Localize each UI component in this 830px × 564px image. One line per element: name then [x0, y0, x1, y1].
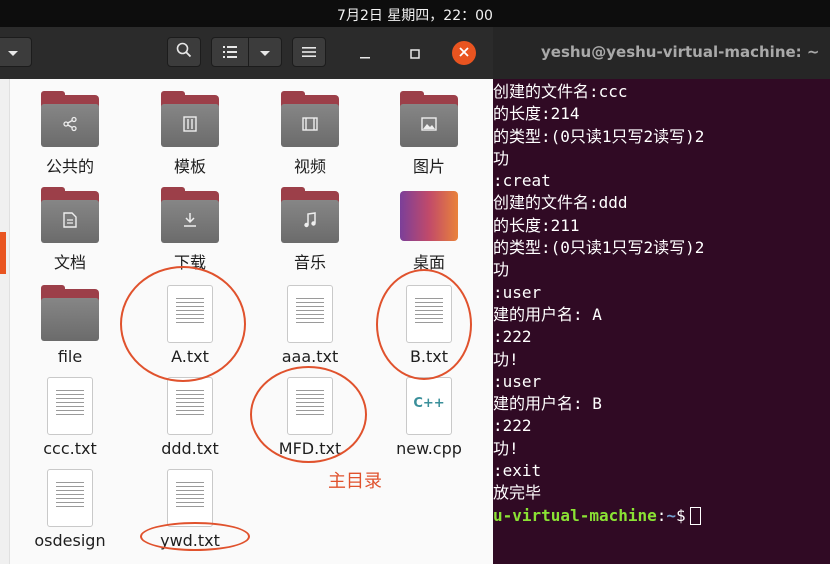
list-view-icon: [223, 43, 237, 62]
terminal-headerbar: yeshu@yeshu-virtual-machine: ~: [493, 27, 830, 79]
terminal-line: 功!: [493, 438, 519, 458]
maximize-button[interactable]: [403, 41, 427, 65]
item-label: ccc.txt: [43, 439, 97, 458]
terminal-prompt[interactable]: u-virtual-machine:~$: [493, 505, 830, 527]
download-icon: [180, 210, 200, 230]
terminal-line: 功: [493, 260, 510, 280]
terminal-line: :creat: [493, 171, 551, 191]
item-label: 图片: [412, 157, 445, 176]
hamburger-icon: [302, 43, 316, 62]
item-label: file: [57, 347, 83, 366]
prompt-path: ~: [666, 505, 677, 525]
chevron-down-icon: [259, 43, 271, 62]
list-view-button[interactable]: [211, 37, 249, 67]
terminal-line: :222: [493, 327, 532, 347]
music-icon: [300, 210, 320, 230]
terminal-line: 放完毕: [493, 483, 542, 503]
terminal-line: :222: [493, 416, 532, 436]
terminal-line: 的类型:(0只读1只写2读写)2: [493, 238, 705, 258]
text-file-icon: [41, 377, 99, 435]
item-label: 公共的: [45, 157, 94, 176]
document-icon: [60, 210, 80, 230]
terminal-line: 建的用户名: B: [493, 394, 602, 414]
terminal-window[interactable]: yeshu@yeshu-virtual-machine: ~ 创建的文件名:cc…: [493, 27, 830, 564]
terminal-line: 建的用户名: A: [493, 304, 602, 324]
search-button[interactable]: [167, 37, 201, 67]
terminal-line: 功!: [493, 349, 519, 369]
item-label: 视频: [293, 157, 326, 176]
sidebar: [0, 79, 10, 564]
video-icon: [300, 114, 320, 134]
folder-icon: [161, 91, 219, 149]
chevron-down-icon: [7, 43, 19, 62]
folder-icon: [41, 285, 99, 343]
folder-icon: [41, 187, 99, 245]
minimize-button[interactable]: [353, 41, 377, 65]
text-file-icon: [281, 285, 339, 343]
terminal-line: 创建的文件名:ccc: [493, 82, 628, 101]
picture-icon: [419, 114, 439, 134]
close-icon: [459, 46, 469, 60]
item-label: 模板: [173, 157, 206, 176]
folder-icon: [41, 91, 99, 149]
terminal-line: 的长度:211: [493, 215, 580, 235]
path-dropdown-button[interactable]: [0, 37, 32, 67]
text-file-icon: [41, 469, 99, 527]
view-options-button[interactable]: [248, 37, 282, 67]
item-label: new.cpp: [396, 439, 462, 458]
terminal-cursor: [689, 507, 701, 526]
top-bar: 7月2日 星期四，22：00: [0, 0, 830, 27]
folder-icon: [281, 187, 339, 245]
item-label: 音乐: [293, 253, 326, 272]
search-icon: [176, 42, 192, 62]
desktop-folder-icon: [400, 187, 458, 245]
annotation-circle: [120, 266, 246, 382]
terminal-title: yeshu@yeshu-virtual-machine: ~: [541, 43, 820, 61]
item-label: aaa.txt: [281, 347, 339, 366]
terminal-line: 功: [493, 148, 510, 168]
minimize-icon: [360, 44, 370, 63]
item-label: ddd.txt: [161, 439, 219, 458]
template-icon: [180, 114, 200, 134]
sidebar-selected-indicator: [0, 232, 6, 274]
prompt-host: u-virtual-machine: [493, 505, 657, 525]
folder-icon: [161, 187, 219, 245]
terminal-line: :user: [493, 282, 542, 302]
text-file-icon: [161, 469, 219, 527]
cpp-badge: C++: [413, 396, 445, 411]
annotation-circle: [250, 366, 367, 463]
file-manager-headerbar: [0, 27, 493, 79]
terminal-line: 的类型:(0只读1只写2读写)2: [493, 126, 705, 146]
close-button[interactable]: [452, 41, 476, 65]
terminal-line: :exit: [493, 461, 542, 481]
terminal-output[interactable]: 创建的文件名:ccc 的长度:214 的类型:(0只读1只写2读写)2 功 :c…: [493, 81, 830, 527]
terminal-line: :user: [493, 371, 542, 391]
prompt-symbol: $: [676, 505, 686, 525]
share-icon: [60, 114, 80, 134]
annotation-circle: [140, 522, 250, 551]
clock[interactable]: 7月2日 星期四，22：00: [0, 5, 830, 25]
folder-icon: [281, 91, 339, 149]
folder-icon: [400, 91, 458, 149]
annotation-circle: [376, 269, 472, 380]
cpp-file-icon: C++: [400, 377, 458, 435]
maximize-icon: [410, 44, 420, 63]
text-file-icon: [161, 377, 219, 435]
annotation-label: 主目录: [328, 471, 382, 492]
terminal-line: 的长度:214: [493, 104, 580, 124]
item-label: osdesign: [34, 531, 106, 550]
terminal-line: 创建的文件名:ddd: [493, 193, 628, 213]
item-label: 文档: [53, 253, 86, 272]
hamburger-menu-button[interactable]: [292, 37, 326, 67]
